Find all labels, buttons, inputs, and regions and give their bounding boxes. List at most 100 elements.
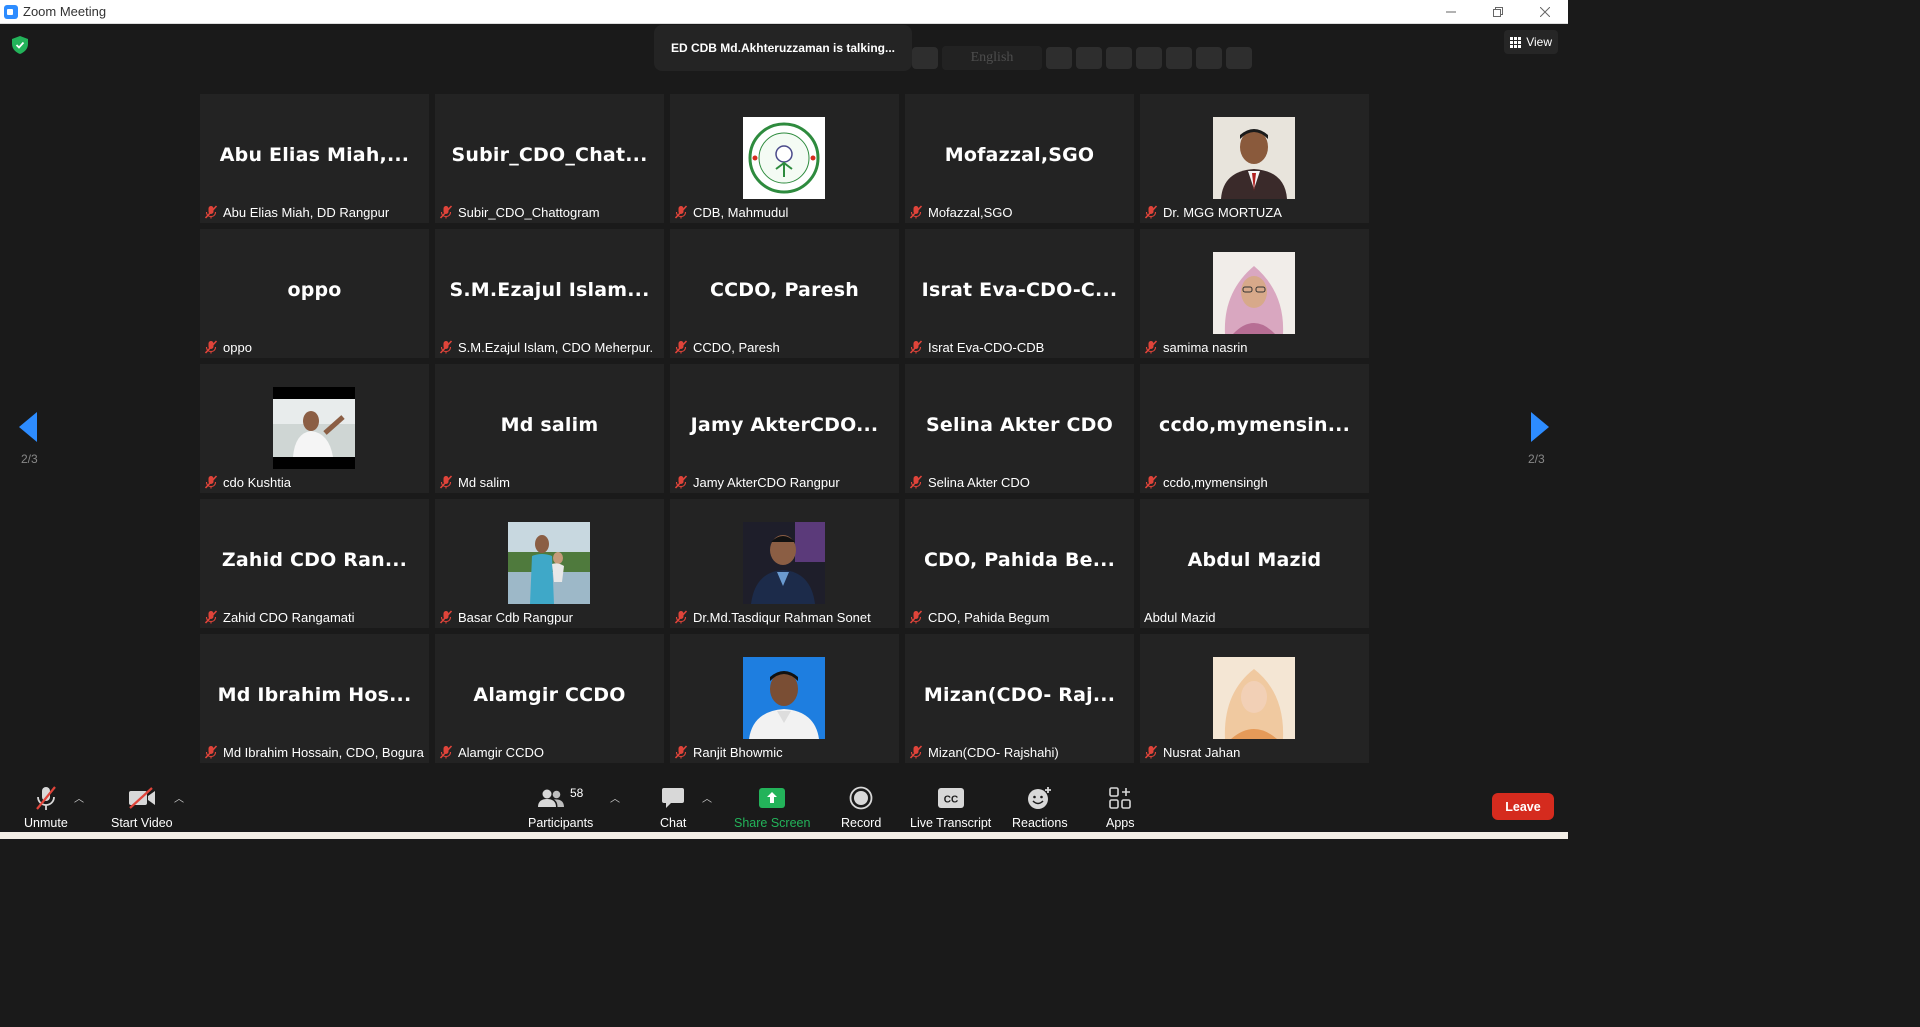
- muted-mic-icon: [674, 745, 688, 759]
- help-icon[interactable]: [1196, 47, 1222, 69]
- participants-options-caret[interactable]: ︿: [610, 790, 620, 805]
- participant-photo: [743, 117, 825, 199]
- muted-mic-icon: [909, 475, 923, 489]
- participant-tile[interactable]: Md salim Md salim: [435, 364, 664, 493]
- participant-name: Md salim: [458, 474, 511, 490]
- participant-tile[interactable]: Mofazzal,SGO Mofazzal,SGO: [905, 94, 1134, 223]
- tool-icon[interactable]: [1076, 47, 1102, 69]
- participant-name: Abdul Mazid: [1144, 609, 1216, 625]
- window-bottom-edge: [0, 832, 1568, 839]
- live-transcript-button[interactable]: CC Live Transcript: [910, 784, 991, 830]
- participant-name: Dr.Md.Tasdiqur Rahman Sonet: [693, 609, 871, 625]
- participant-name: Mizan(CDO- Rajshahi): [928, 744, 1059, 760]
- participant-photo: [1213, 117, 1295, 199]
- unmute-button[interactable]: Unmute: [24, 784, 68, 830]
- participant-name-label: S.M.Ezajul Islam, CDO Meherpur.: [439, 338, 657, 356]
- globe-icon[interactable]: [1166, 47, 1192, 69]
- participant-name: Israt Eva-CDO-CDB: [928, 339, 1045, 355]
- dropdown-icon[interactable]: [1046, 47, 1072, 69]
- participant-tile[interactable]: Subir_CDO_Chat... Subir_CDO_Chattogram: [435, 94, 664, 223]
- previous-page-arrow-icon[interactable]: [19, 412, 37, 442]
- participant-tile[interactable]: Alamgir CCDO Alamgir CCDO: [435, 634, 664, 763]
- participant-tile[interactable]: Ranjit Bhowmic: [670, 634, 899, 763]
- participant-tile[interactable]: S.M.Ezajul Islam... S.M.Ezajul Islam, CDO…: [435, 229, 664, 358]
- participant-display-name: Israt Eva-CDO-C...: [921, 279, 1118, 301]
- participant-display-name: Md Ibrahim Hos...: [217, 684, 412, 706]
- close-icon[interactable]: [1226, 47, 1252, 69]
- minimize-button[interactable]: [1427, 0, 1474, 24]
- hand-icon[interactable]: [1106, 47, 1132, 69]
- participant-tile[interactable]: ccdo,mymensin... ccdo,mymensingh: [1140, 364, 1369, 493]
- meeting-stage: ED CDB Md.Akhteruzzaman is talking... En…: [0, 24, 1568, 774]
- participant-name: Subir_CDO_Chattogram: [458, 204, 600, 220]
- participant-tile[interactable]: Abdul Mazid Abdul Mazid: [1140, 499, 1369, 628]
- participant-tile[interactable]: Israt Eva-CDO-C... Israt Eva-CDO-CDB: [905, 229, 1134, 358]
- record-button[interactable]: Record: [841, 784, 881, 830]
- closed-captions-icon: CC: [937, 788, 964, 808]
- participant-gallery: Abu Elias Miah,... Abu Elias Miah, DD Ran…: [200, 94, 1369, 763]
- window-titlebar: Zoom Meeting: [0, 0, 1568, 24]
- chat-options-caret[interactable]: ︿: [702, 790, 712, 805]
- view-button[interactable]: View: [1504, 30, 1558, 54]
- participant-tile[interactable]: Nusrat Jahan: [1140, 634, 1369, 763]
- next-page-arrow-icon[interactable]: [1531, 412, 1549, 442]
- participant-name-label: cdo Kushtia: [204, 473, 295, 491]
- settings-icon[interactable]: [1136, 47, 1162, 69]
- participant-tile[interactable]: CDB, Mahmudul: [670, 94, 899, 223]
- interp-chip-icon[interactable]: [912, 47, 938, 69]
- muted-mic-icon: [439, 205, 453, 219]
- participant-name-label: Nusrat Jahan: [1144, 743, 1244, 761]
- participant-tile[interactable]: Zahid CDO Ran... Zahid CDO Rangamati: [200, 499, 429, 628]
- start-video-button[interactable]: Start Video: [111, 784, 173, 830]
- participant-name-label: Israt Eva-CDO-CDB: [909, 338, 1048, 356]
- participant-tile[interactable]: cdo Kushtia: [200, 364, 429, 493]
- participant-tile[interactable]: Md Ibrahim Hos... Md Ibrahim Hossain, CDO…: [200, 634, 429, 763]
- participant-display-name: S.M.Ezajul Islam...: [449, 279, 650, 301]
- participant-tile[interactable]: samima nasrin: [1140, 229, 1369, 358]
- participant-tile[interactable]: Selina Akter CDO Selina Akter CDO: [905, 364, 1134, 493]
- participant-name-label: Abdul Mazid: [1144, 608, 1220, 626]
- chat-button[interactable]: Chat: [660, 784, 686, 830]
- participant-tile[interactable]: Mizan(CDO- Raj... Mizan(CDO- Rajshahi): [905, 634, 1134, 763]
- muted-mic-icon: [204, 475, 218, 489]
- audio-options-caret[interactable]: ︿: [74, 790, 84, 805]
- grid-view-icon: [1510, 36, 1522, 48]
- participant-display-name: Md salim: [500, 414, 599, 436]
- participant-display-name: Subir_CDO_Chat...: [451, 144, 648, 166]
- leave-meeting-button[interactable]: Leave: [1492, 793, 1554, 820]
- participant-tile[interactable]: oppo oppo: [200, 229, 429, 358]
- participants-button[interactable]: 58 Participants: [528, 784, 593, 830]
- participant-name-label: CDO, Pahida Begum: [909, 608, 1053, 626]
- interpretation-toolbar[interactable]: English: [912, 44, 1254, 72]
- participant-name: S.M.Ezajul Islam, CDO Meherpur.: [458, 339, 654, 355]
- participant-tile[interactable]: CDO, Pahida Be... CDO, Pahida Begum: [905, 499, 1134, 628]
- reactions-smiley-icon: [1027, 787, 1051, 809]
- close-button[interactable]: [1521, 0, 1568, 24]
- participant-name-label: samima nasrin: [1144, 338, 1252, 356]
- participant-name-label: Ranjit Bhowmic: [674, 743, 787, 761]
- participant-display-name: Mofazzal,SGO: [944, 144, 1095, 166]
- participant-display-name: Jamy AkterCDO...: [690, 414, 879, 436]
- restore-button[interactable]: [1474, 0, 1521, 24]
- share-screen-button[interactable]: Share Screen: [734, 784, 810, 830]
- participant-tile[interactable]: CCDO, Paresh CCDO, Paresh: [670, 229, 899, 358]
- video-options-caret[interactable]: ︿: [174, 790, 184, 805]
- participant-tile[interactable]: Jamy AkterCDO... Jamy AkterCDO Rangpur: [670, 364, 899, 493]
- participants-icon: [537, 789, 564, 807]
- participant-name: Zahid CDO Rangamati: [223, 609, 355, 625]
- share-screen-icon: [759, 788, 786, 808]
- participant-photo: [273, 387, 355, 469]
- muted-mic-icon: [439, 745, 453, 759]
- muted-mic-icon: [1144, 340, 1158, 354]
- muted-mic-icon: [909, 745, 923, 759]
- participant-tile[interactable]: Dr.Md.Tasdiqur Rahman Sonet: [670, 499, 899, 628]
- reactions-button[interactable]: Reactions: [1012, 784, 1068, 830]
- participant-tile[interactable]: Abu Elias Miah,... Abu Elias Miah, DD Ran…: [200, 94, 429, 223]
- interpretation-language[interactable]: English: [942, 46, 1042, 70]
- apps-button[interactable]: Apps: [1106, 784, 1135, 830]
- encryption-shield-icon[interactable]: [12, 36, 28, 54]
- participant-name-label: Dr.Md.Tasdiqur Rahman Sonet: [674, 608, 875, 626]
- participant-tile[interactable]: Basar Cdb Rangpur: [435, 499, 664, 628]
- participant-name: Mofazzal,SGO: [928, 204, 1013, 220]
- participant-tile[interactable]: Dr. MGG MORTUZA: [1140, 94, 1369, 223]
